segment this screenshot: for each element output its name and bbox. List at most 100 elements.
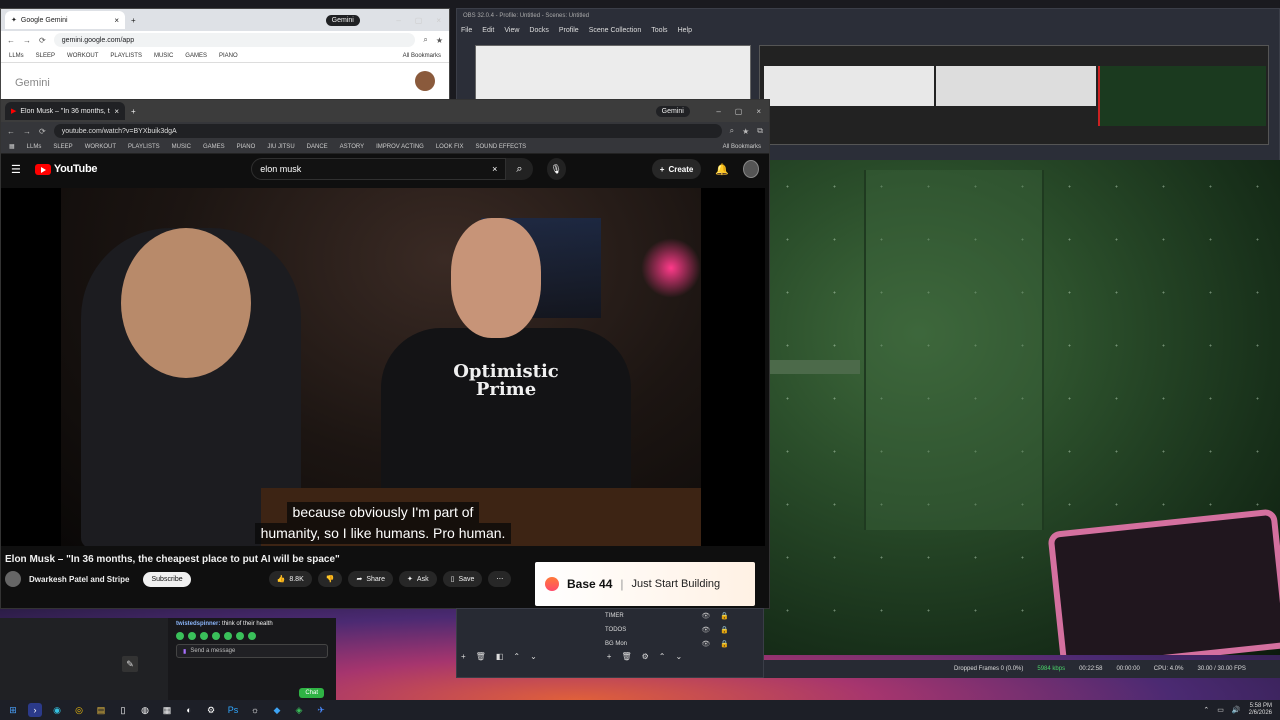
edge-icon[interactable]: ◉ (50, 703, 64, 717)
channel-name[interactable]: Dwarkesh Patel and Stripe (29, 575, 129, 584)
eye-icon[interactable]: 👁 (701, 640, 710, 648)
bookmark-item[interactable]: MUSIC (172, 144, 191, 150)
add-source-icon[interactable]: + (607, 652, 612, 661)
all-bookmarks[interactable]: All Bookmarks (723, 144, 761, 150)
zoom-icon[interactable]: ⌕ (423, 35, 427, 45)
notes-icon[interactable]: ▦ (160, 703, 174, 717)
gear-icon[interactable]: ☼ (248, 703, 262, 717)
search-input[interactable] (260, 164, 493, 174)
avatar[interactable] (415, 71, 435, 91)
reload-icon[interactable]: ⟳ (39, 36, 46, 45)
obs-menu-profile[interactable]: Profile (559, 27, 579, 34)
photoshop-icon[interactable]: Ps (226, 703, 240, 717)
forward-icon[interactable]: → (23, 127, 31, 136)
source-up-icon[interactable]: ⌃ (659, 652, 666, 661)
volume-icon[interactable]: 🔊 (1232, 706, 1241, 714)
voice-search-button[interactable]: 🎙 (546, 158, 566, 180)
chrome-icon[interactable]: ◎ (72, 703, 86, 717)
bookmark-item[interactable]: DANCE (307, 144, 328, 150)
app-blue-icon[interactable]: ✈ (314, 703, 328, 717)
ad-banner[interactable]: Base 44 | Just Start Building (535, 562, 755, 606)
bookmark-star-icon[interactable]: ★ (436, 36, 443, 45)
address-bar[interactable]: gemini.google.com/app (53, 33, 416, 47)
obs-menu-file[interactable]: File (461, 27, 472, 34)
close-tab-icon[interactable]: × (114, 107, 119, 116)
bookmark-star-icon[interactable]: ★ (742, 127, 749, 136)
bookmark-item[interactable]: MUSIC (154, 53, 173, 59)
emote-icon[interactable] (248, 632, 256, 640)
trash-icon[interactable]: 🗑 (476, 652, 486, 661)
obs-menu-docks[interactable]: Docks (529, 27, 548, 34)
lock-icon[interactable]: 🔒 (720, 626, 729, 634)
youtube-logo[interactable]: YouTube (34, 163, 98, 175)
eye-icon[interactable]: 👁 (701, 626, 710, 634)
bookmark-item[interactable]: IMPROV ACTING (376, 144, 424, 150)
network-icon[interactable]: ▭ (1217, 706, 1224, 714)
maximize-icon[interactable]: ▢ (415, 16, 423, 25)
lock-icon[interactable]: 🔒 (720, 640, 729, 648)
emote-icon[interactable] (188, 632, 196, 640)
pencil-icon[interactable]: ✎ (122, 656, 138, 672)
emote-icon[interactable] (224, 632, 232, 640)
bookmark-item[interactable]: WORKOUT (85, 144, 116, 150)
remove-source-icon[interactable]: 🗑 (621, 652, 631, 661)
taskbar-clock[interactable]: 5:58 PM 2/6/2026 (1249, 703, 1272, 717)
all-bookmarks[interactable]: All Bookmarks (403, 53, 441, 59)
gemini-pill-button[interactable]: Gemini (655, 105, 690, 117)
windows-start-icon[interactable]: ⊞ (6, 703, 20, 717)
tray-chevron-icon[interactable]: ⌃ (1203, 706, 1209, 714)
address-bar[interactable]: youtube.com/watch?v=BYXbuik3dgA (53, 124, 722, 138)
lock-icon[interactable]: 🔒 (720, 612, 729, 620)
avatar[interactable] (743, 160, 759, 178)
minimize-icon[interactable]: – (396, 16, 400, 25)
source-item[interactable]: TIMER 👁 🔒 (597, 609, 737, 623)
vscode-icon[interactable]: ◆ (270, 703, 284, 717)
extensions-icon[interactable]: ⧉ (757, 126, 763, 136)
obs-icon[interactable]: ◐ (182, 703, 196, 717)
close-tab-icon[interactable]: × (114, 16, 119, 25)
gemini-tab[interactable]: ✦ Google Gemini × (5, 11, 125, 29)
notifications-bell-icon[interactable]: 🔔 (715, 163, 729, 176)
emote-icon[interactable] (176, 632, 184, 640)
obs-menu-tools[interactable]: Tools (651, 27, 667, 34)
obs-menu-edit[interactable]: Edit (482, 27, 494, 34)
bookmark-item[interactable]: GAMES (203, 144, 225, 150)
filter-icon[interactable]: ◧ (496, 652, 504, 661)
share-button[interactable]: ➦ Share (348, 571, 394, 587)
close-window-icon[interactable]: × (436, 16, 441, 25)
youtube-tab[interactable]: ▶ Elon Musk – "In 36 months, th × (5, 102, 125, 120)
bookmark-item[interactable]: WORKOUT (67, 53, 98, 59)
like-button[interactable]: 👍 8.8K (268, 571, 312, 587)
back-icon[interactable]: ← (7, 127, 15, 136)
more-actions-button[interactable]: ⋯ (488, 571, 512, 587)
bookmark-item[interactable]: PIANO (237, 144, 256, 150)
chat-input[interactable]: ▮ Send a message (176, 644, 328, 658)
emote-icon[interactable] (212, 632, 220, 640)
settings-icon[interactable]: ⚙ (642, 652, 649, 661)
bookmark-item[interactable]: ASTORY (340, 144, 364, 150)
save-button[interactable]: ▯ Save (442, 571, 483, 587)
eye-icon[interactable]: 👁 (701, 612, 710, 620)
back-icon[interactable]: ← (7, 36, 15, 45)
bookmark-item[interactable]: SLEEP (36, 53, 55, 59)
emote-icon[interactable] (236, 632, 244, 640)
bookmark-item[interactable]: LLMs (9, 53, 24, 59)
source-down-icon[interactable]: ⌄ (676, 652, 683, 661)
emote-icon[interactable] (200, 632, 208, 640)
subscribe-button[interactable]: Subscribe (143, 571, 191, 587)
bookmark-item[interactable]: SLEEP (53, 144, 72, 150)
obs-menu-scene-collection[interactable]: Scene Collection (589, 27, 642, 34)
close-window-icon[interactable]: × (756, 107, 761, 116)
source-item[interactable]: TODOS 👁 🔒 (597, 623, 737, 637)
bookmark-item[interactable]: PIANO (219, 53, 238, 59)
channel-avatar[interactable] (5, 571, 21, 587)
bookmark-item[interactable]: LLMs (27, 144, 42, 150)
dislike-button[interactable]: 👎 (317, 571, 343, 587)
add-icon[interactable]: + (461, 652, 466, 661)
chat-send-button[interactable]: Chat (299, 688, 324, 698)
new-tab-icon[interactable]: + (131, 16, 136, 25)
bookmark-item[interactable]: SOUND EFFECTS (476, 144, 527, 150)
zoom-icon[interactable]: ⌕ (730, 126, 734, 136)
move-down-icon[interactable]: ⌄ (530, 652, 537, 661)
bookmark-item[interactable]: JIU JITSU (267, 144, 294, 150)
